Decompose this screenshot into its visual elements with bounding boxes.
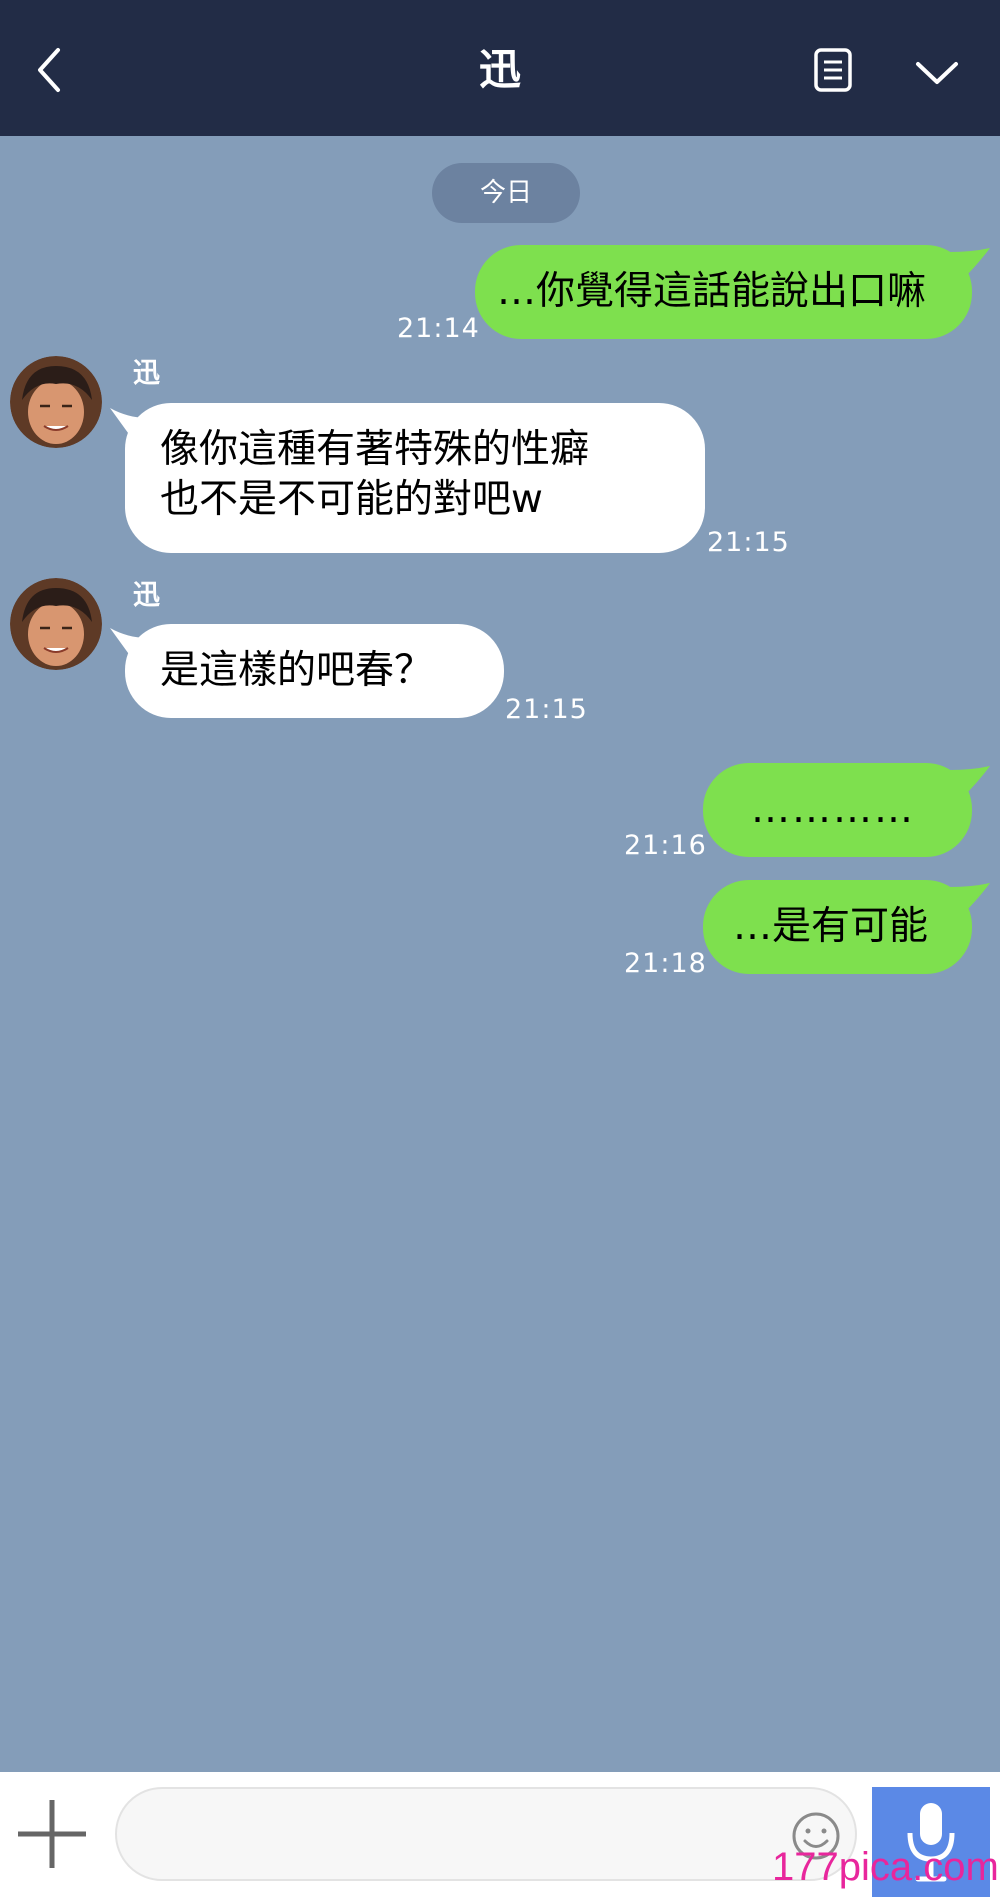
message-timestamp: 21:16 bbox=[624, 830, 707, 861]
chat-header: 迅 bbox=[0, 0, 1000, 136]
sender-name: 迅 bbox=[133, 580, 160, 611]
date-separator: 今日 bbox=[432, 163, 580, 223]
watermark: 177pica.com bbox=[772, 1845, 999, 1889]
avatar[interactable] bbox=[10, 356, 102, 448]
menu-button[interactable] bbox=[912, 52, 962, 92]
message-timestamp: 21:15 bbox=[505, 694, 588, 725]
message-text-line: 像你這種有著特殊的性癖 bbox=[160, 427, 590, 472]
outgoing-message-bubble[interactable]: ………… bbox=[703, 763, 972, 857]
outgoing-message-bubble[interactable]: …你覺得這話能說出口嘛 bbox=[475, 245, 972, 339]
message-text: …你覺得這話能說出口嘛 bbox=[497, 269, 927, 314]
message-text-line: 也不是不可能的對吧w bbox=[160, 477, 543, 522]
notes-button[interactable] bbox=[810, 46, 856, 94]
bubble-tail bbox=[950, 248, 990, 278]
message-text: …是有可能 bbox=[733, 904, 929, 949]
sender-name: 迅 bbox=[133, 358, 160, 389]
chevron-down-icon bbox=[916, 62, 958, 84]
plus-icon bbox=[18, 1800, 86, 1868]
message-input[interactable] bbox=[115, 1787, 857, 1881]
message-text: 是這樣的吧春？ bbox=[160, 648, 434, 693]
message-timestamp: 21:14 bbox=[397, 313, 480, 344]
message-timestamp: 21:15 bbox=[707, 527, 790, 558]
avatar[interactable] bbox=[10, 578, 102, 670]
bubble-tail bbox=[950, 766, 990, 796]
incoming-message-bubble[interactable]: 像你這種有著特殊的性癖 也不是不可能的對吧w bbox=[125, 403, 705, 553]
bubble-tail bbox=[950, 883, 990, 913]
message-text: ………… bbox=[751, 787, 915, 832]
outgoing-message-bubble[interactable]: …是有可能 bbox=[703, 880, 972, 974]
notes-icon bbox=[814, 48, 852, 92]
incoming-message-bubble[interactable]: 是這樣的吧春？ bbox=[125, 624, 504, 718]
message-timestamp: 21:18 bbox=[624, 948, 707, 979]
add-attachment-button[interactable] bbox=[14, 1796, 90, 1872]
